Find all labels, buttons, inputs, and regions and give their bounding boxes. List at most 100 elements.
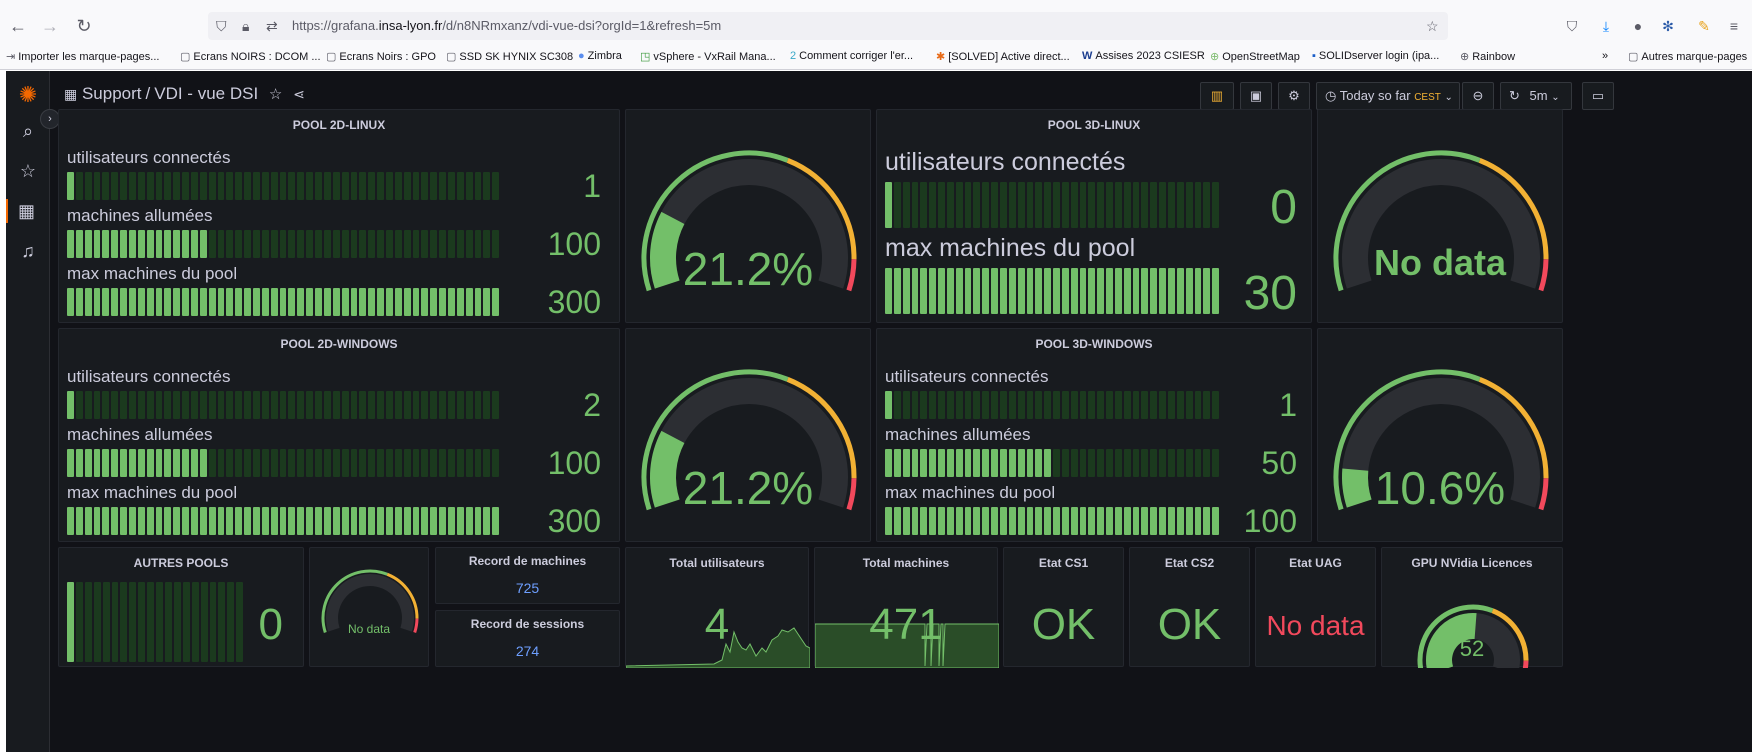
star-icon[interactable]: ☆: [1426, 12, 1439, 40]
bar-segment: [146, 288, 154, 316]
panel-title: Etat CS1: [1038, 556, 1089, 570]
dashboards-icon[interactable]: ▦: [6, 199, 40, 223]
stat-value: No data: [1266, 610, 1365, 641]
bar-segment: [164, 230, 172, 258]
bar-gauge: [885, 507, 1220, 535]
address-bar[interactable]: ⛉ 🔒︎ ⇄ https://grafana.insa-lyon.fr/d/n8…: [208, 12, 1448, 40]
bar-segment: [955, 182, 963, 228]
alerting-bell-icon[interactable]: ♫: [16, 239, 40, 263]
url-text: https://grafana.insa-lyon.fr/d/n8NRmxanz…: [292, 12, 721, 40]
bar-segment: [137, 288, 145, 316]
bar-segment: [1026, 391, 1034, 419]
bookmark-item[interactable]: ⇥ Importer les marque-pages...: [6, 50, 159, 63]
refresh-picker[interactable]: ↻ 5m ⌄: [1500, 82, 1572, 110]
bar-segment: [483, 449, 491, 477]
bar-segment: [226, 391, 234, 419]
refresh-interval-label: 5m: [1529, 88, 1548, 103]
grafana-logo-icon[interactable]: ✺: [16, 83, 40, 107]
bookmark-item[interactable]: ◳ vSphere - VxRail Mana...: [640, 50, 776, 63]
bookmark-label: Autres marque-pages: [1641, 51, 1748, 63]
bookmark-item[interactable]: 2 Comment corriger l'er...: [790, 50, 913, 62]
bar-segment: [93, 288, 101, 316]
bar-segment: [173, 582, 181, 662]
zoom-out-icon[interactable]: ⊖: [1462, 82, 1494, 110]
share-icon[interactable]: ⋖: [293, 86, 305, 102]
lock-icon[interactable]: 🔒︎: [242, 12, 249, 40]
download-icon[interactable]: ⤓: [1594, 14, 1618, 38]
favorite-star-icon[interactable]: ☆: [269, 86, 282, 103]
bookmark-item[interactable]: W Assises 2023 CSIESR: [1082, 50, 1205, 62]
bar-segment: [1176, 391, 1184, 419]
bookmark-item[interactable]: ● Zimbra: [578, 50, 622, 62]
account-icon[interactable]: ●: [1626, 14, 1650, 38]
settings-gear-icon[interactable]: ⚙: [1278, 82, 1310, 110]
shield-icon[interactable]: ⛉: [216, 12, 227, 40]
panel-title: POOL 2D-LINUX: [292, 118, 386, 132]
bar-segment: [102, 449, 110, 477]
bar-segment: [137, 507, 145, 535]
bar-segment: [377, 391, 384, 419]
bar-segment: [430, 172, 438, 200]
bar-segment: [1212, 391, 1220, 419]
bar-segment: [421, 172, 429, 200]
bar-segment: [323, 507, 331, 535]
bookmark-item[interactable]: ⊕ Rainbow: [1460, 50, 1515, 63]
bar-segment: [306, 391, 314, 419]
panel-title: Etat UAG: [1289, 556, 1342, 570]
bar-segment: [955, 507, 963, 535]
bar-segment: [199, 391, 207, 419]
bar-segment: [111, 449, 119, 477]
permissions-icon[interactable]: ⇄: [266, 12, 278, 40]
bar-segment: [191, 507, 198, 535]
search-icon[interactable]: ⌕: [16, 119, 40, 143]
time-range-picker[interactable]: ◷ Today so far CEST ⌄: [1316, 82, 1460, 110]
tv-mode-icon[interactable]: ▭: [1582, 82, 1614, 110]
bar-segment: [323, 449, 331, 477]
starred-icon[interactable]: ☆: [16, 159, 40, 183]
bar-gauge: [67, 288, 500, 316]
bar-segment: [1044, 449, 1052, 477]
bar-segment: [1088, 391, 1096, 419]
bar-gauge: [67, 507, 500, 535]
bookmark-item[interactable]: ▪ SOLIDserver login (ipa...: [1312, 50, 1439, 62]
bar-label: utilisateurs connectés: [885, 148, 1126, 176]
menu-icon[interactable]: ≡: [1722, 14, 1746, 38]
bar-segment: [403, 230, 411, 258]
gauge-3d-windows-panel: 10.6%: [1317, 328, 1563, 542]
bookmark-item[interactable]: ▢ SSD SK HYNIX SC308: [446, 50, 573, 63]
forward-arrow-icon[interactable]: →: [38, 14, 62, 38]
pocket-icon[interactable]: ⛉: [1560, 14, 1584, 38]
save-dashboard-icon[interactable]: ▣: [1240, 82, 1272, 110]
back-arrow-icon[interactable]: ←: [6, 14, 30, 38]
bar-segment: [421, 507, 429, 535]
bar-segment: [430, 288, 438, 316]
bar-segment: [1017, 507, 1025, 535]
broom-icon[interactable]: ✎: [1692, 14, 1716, 38]
more-bookmarks-chevron-icon[interactable]: »: [1602, 50, 1608, 62]
bar-segment: [75, 507, 83, 535]
bar-segment: [253, 172, 260, 200]
bar-segment: [102, 507, 110, 535]
folder-link[interactable]: Support: [82, 84, 142, 103]
reload-icon[interactable]: ↻: [72, 14, 96, 38]
bar-segment: [129, 230, 136, 258]
extension-icon[interactable]: ✻: [1656, 14, 1680, 38]
add-panel-button[interactable]: ▥: [1200, 82, 1234, 110]
bar-segment: [217, 230, 225, 258]
bookmark-item[interactable]: ▢ Ecrans NOIRS : DCOM ...: [180, 50, 321, 63]
bar-segment: [377, 288, 384, 316]
gauge-value: 52: [1459, 636, 1485, 661]
bookmark-item[interactable]: ▢ Ecrans Noirs : GPO: [326, 50, 436, 63]
other-bookmarks[interactable]: ▢ Autres marque-pages: [1628, 50, 1747, 63]
bar-segment: [982, 391, 990, 419]
bar-segment: [1194, 449, 1202, 477]
pool-2d-linux-panel: POOL 2D-LINUX utilisateurs connectés 1 m…: [58, 109, 620, 323]
bar-segment: [938, 268, 945, 314]
bar-segment: [902, 182, 910, 228]
bar-segment: [1194, 268, 1202, 314]
bar-label: max machines du pool: [885, 234, 1136, 262]
bar-gauge: [885, 268, 1220, 314]
bookmark-item[interactable]: ⊕ OpenStreetMap: [1210, 50, 1300, 63]
bar-segment: [465, 288, 473, 316]
bookmark-item[interactable]: ✱ [SOLVED] Active direct...: [936, 50, 1070, 63]
